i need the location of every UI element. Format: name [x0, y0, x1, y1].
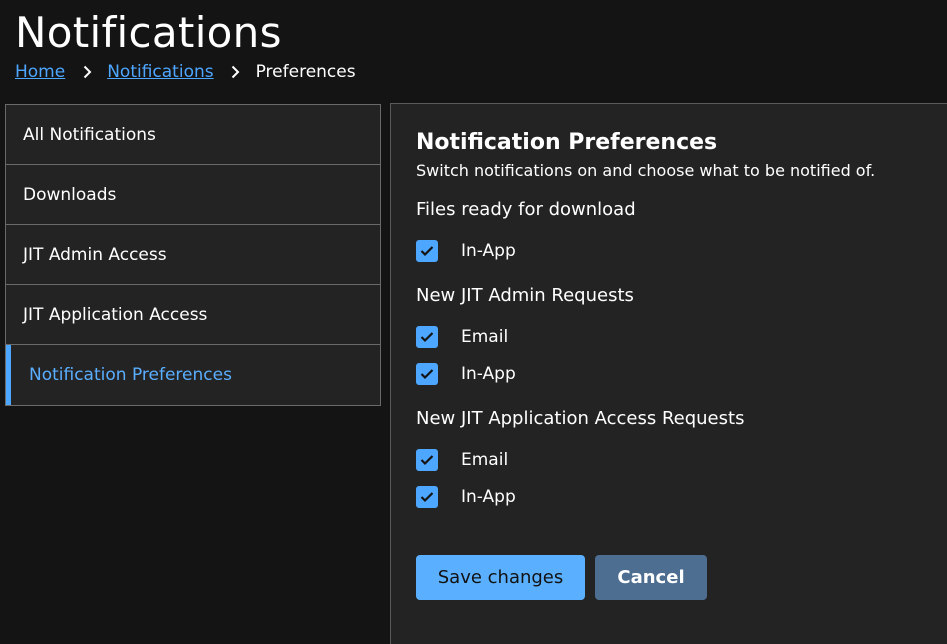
sidebar-item-jit-application-access[interactable]: JIT Application Access [6, 285, 380, 345]
checkmark-icon[interactable] [416, 449, 438, 471]
breadcrumb: Home Notifications Preferences [15, 62, 356, 82]
sidebar-item-all-notifications[interactable]: All Notifications [6, 105, 380, 165]
checkbox-files-ready-inapp[interactable]: In-App [416, 240, 516, 262]
save-changes-button[interactable]: Save changes [416, 555, 585, 600]
chevron-right-icon [78, 65, 96, 79]
checkmark-icon[interactable] [416, 363, 438, 385]
checkmark-icon[interactable] [416, 240, 438, 262]
cancel-button[interactable]: Cancel [595, 555, 707, 600]
sidebar-item-downloads[interactable]: Downloads [6, 165, 380, 225]
checkbox-jit-app-inapp[interactable]: In-App [416, 486, 516, 508]
panel-title: Notification Preferences [416, 130, 718, 155]
checkmark-icon[interactable] [416, 486, 438, 508]
checkbox-jit-admin-email[interactable]: Email [416, 326, 508, 348]
group-title-jit-app-access-requests: New JIT Application Access Requests [416, 408, 745, 429]
checkbox-label: Email [461, 450, 509, 470]
sidebar-item-jit-admin-access[interactable]: JIT Admin Access [6, 225, 380, 285]
breadcrumb-notifications-link[interactable]: Notifications [107, 62, 213, 82]
breadcrumb-home-link[interactable]: Home [15, 62, 65, 82]
checkbox-jit-admin-inapp[interactable]: In-App [416, 363, 516, 385]
checkmark-icon[interactable] [416, 326, 438, 348]
checkbox-label: In-App [461, 487, 516, 507]
sidebar-item-notification-preferences[interactable]: Notification Preferences [6, 345, 380, 405]
checkbox-label: In-App [461, 241, 516, 261]
panel-subtitle: Switch notifications on and choose what … [416, 161, 876, 180]
chevron-right-icon [227, 65, 245, 79]
group-title-jit-admin-requests: New JIT Admin Requests [416, 285, 634, 306]
sidebar-nav: All Notifications Downloads JIT Admin Ac… [5, 104, 381, 406]
group-title-files-ready: Files ready for download [416, 199, 636, 220]
checkbox-label: Email [461, 327, 509, 347]
checkbox-label: In-App [461, 364, 516, 384]
preferences-panel: Notification Preferences Switch notifica… [390, 103, 947, 644]
breadcrumb-current: Preferences [255, 62, 356, 82]
checkbox-jit-app-email[interactable]: Email [416, 449, 508, 471]
page-title: Notifications [15, 8, 282, 57]
